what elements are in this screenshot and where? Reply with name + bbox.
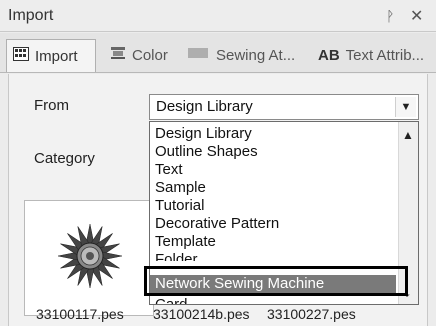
tab-text-attributes[interactable]: AB Text Attrib... [318, 39, 424, 71]
from-dropdown-list[interactable]: Design Library Outline Shapes Text Sampl… [149, 121, 419, 305]
design-preview[interactable] [24, 200, 154, 316]
from-label: From [34, 97, 69, 114]
file-name-1: 33100117.pes [36, 306, 124, 322]
option-text[interactable]: Text [155, 161, 183, 179]
option-sample[interactable]: Sample [155, 179, 206, 197]
file-name-2: 33100214b.pes [153, 306, 250, 322]
pin-icon[interactable]: ᚹ [386, 8, 394, 24]
title-bar: Import ᚹ ✕ [0, 0, 436, 32]
tab-sewing-attributes[interactable]: Sewing At... [188, 39, 295, 71]
text-attributes-icon: AB [318, 46, 340, 64]
chevron-up-icon[interactable]: ▲ [402, 128, 414, 142]
option-card[interactable]: Card [155, 296, 188, 304]
tab-sewing-attributes-label: Sewing At... [216, 46, 296, 64]
option-template[interactable]: Template [155, 233, 216, 251]
tab-bar: Import Color Sewing At... AB Text Attrib… [0, 33, 436, 73]
flower-design-thumbnail [57, 223, 123, 289]
sewing-attributes-icon [188, 46, 210, 64]
chevron-down-icon[interactable]: ▼ [395, 97, 416, 117]
option-outline-shapes[interactable]: Outline Shapes [155, 143, 258, 161]
window-title: Import [8, 7, 54, 24]
option-tutorial[interactable]: Tutorial [155, 197, 204, 215]
option-decorative-pattern[interactable]: Decorative Pattern [155, 215, 279, 233]
tab-import[interactable]: Import [6, 39, 96, 72]
option-design-library[interactable]: Design Library [155, 125, 252, 143]
tab-text-attributes-label: Text Attrib... [345, 46, 425, 64]
dropdown-scrollbar[interactable]: ▲ ⌄ [398, 122, 418, 304]
import-icon [13, 47, 29, 65]
tab-color-label: Color [132, 46, 168, 64]
tab-import-label: Import [35, 47, 78, 65]
option-folder[interactable]: Folder [155, 251, 198, 261]
color-icon [110, 46, 126, 64]
category-label: Category [34, 150, 95, 167]
tab-color[interactable]: Color [110, 39, 168, 71]
file-name-3: 33100227.pes [267, 306, 356, 322]
from-select-value: Design Library [156, 98, 253, 115]
from-select[interactable]: Design Library ▼ [149, 94, 419, 120]
option-network-sewing-machine[interactable]: Network Sewing Machine [150, 275, 396, 293]
close-icon[interactable]: ✕ [410, 6, 423, 26]
chevron-down-icon[interactable]: ⌄ [402, 286, 412, 300]
